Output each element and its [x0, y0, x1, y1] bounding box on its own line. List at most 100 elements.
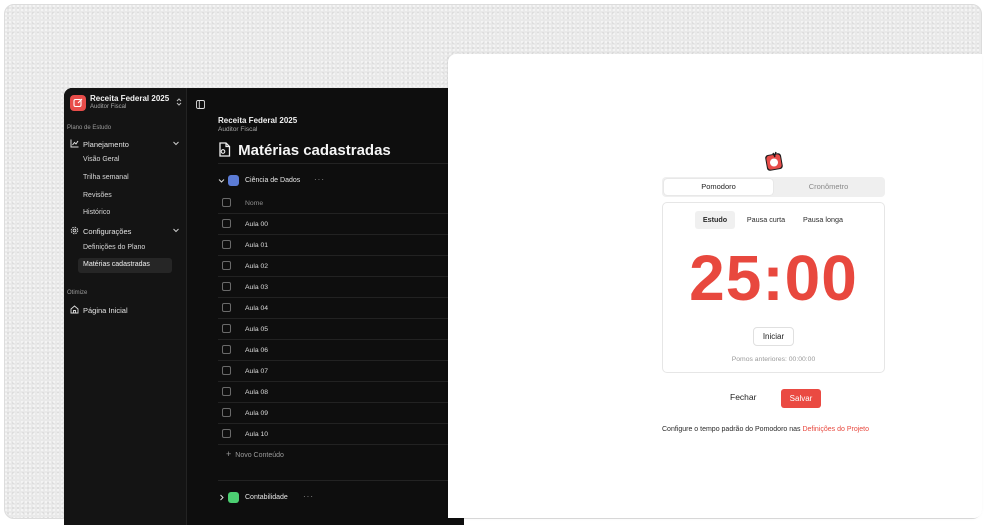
workspace-subtitle: Auditor Fiscal — [90, 104, 127, 110]
edit-square-icon — [70, 95, 86, 111]
row-name: Aula 05 — [245, 326, 269, 333]
chevron-updown-icon — [176, 97, 182, 109]
chevron-down-icon — [172, 139, 180, 149]
footer-text: Configure o tempo padrão do Pomodoro nas — [662, 426, 803, 433]
group-ciencia-de-dados[interactable]: Ciência de Dados ··· — [218, 173, 464, 189]
divider — [218, 480, 464, 481]
gear-icon — [70, 226, 79, 237]
sidebar-item-trilha-semanal[interactable]: Trilha semanal — [78, 171, 172, 186]
row-name: Aula 01 — [245, 242, 269, 249]
table-row[interactable]: Aula 02 — [218, 256, 464, 277]
column-header-nome: Nome — [245, 200, 264, 207]
divider — [218, 163, 464, 164]
breadcrumb-title: Receita Federal 2025 — [218, 116, 298, 125]
row-name: Aula 10 — [245, 431, 269, 438]
save-button[interactable]: Salvar — [781, 389, 821, 408]
document-icon — [219, 142, 231, 157]
select-all-checkbox[interactable] — [222, 198, 231, 207]
row-name: Aula 00 — [245, 221, 269, 228]
start-button[interactable]: Iniciar — [753, 327, 794, 346]
sidebar-item-pagina-inicial[interactable]: Página Inicial — [70, 304, 184, 318]
workspace-switcher[interactable]: Receita Federal 2025 Auditor Fiscal — [70, 93, 186, 115]
tab-pomodoro[interactable]: Pomodoro — [664, 179, 773, 195]
home-icon — [70, 305, 79, 316]
plus-icon: + — [226, 449, 232, 459]
color-swatch — [228, 492, 239, 503]
sidebar-group-label: Configurações — [83, 227, 132, 236]
sidebar-item-historico[interactable]: Histórico — [78, 206, 172, 221]
sidebar-item-materias-cadastradas[interactable]: Matérias cadastradas — [78, 258, 172, 273]
section-label-plano: Plano de Estudo — [67, 125, 112, 131]
table-row[interactable]: Aula 10 — [218, 424, 464, 445]
chevron-down-icon[interactable] — [218, 177, 225, 186]
row-checkbox[interactable] — [222, 324, 231, 333]
row-checkbox[interactable] — [222, 408, 231, 417]
previous-pomos: Pomos anteriores: 00:00:00 — [731, 356, 816, 363]
mode-tabs: Pomodoro Cronômetro — [662, 177, 885, 197]
chevron-down-icon — [172, 226, 180, 236]
sidebar-item-revisoes[interactable]: Revisões — [78, 189, 172, 204]
sidebar-group-configuracoes[interactable]: Configurações — [70, 225, 184, 239]
chart-line-icon — [70, 139, 79, 150]
sidebar-item-visao-geral[interactable]: Visão Geral — [78, 153, 172, 168]
add-content-button[interactable]: + Novo Conteúdo — [226, 449, 284, 459]
app-window: Receita Federal 2025 Auditor Fiscal Plan… — [64, 88, 464, 525]
footer-hint: Configure o tempo padrão do Pomodoro nas… — [662, 426, 869, 433]
more-options-icon[interactable]: ··· — [314, 175, 325, 184]
row-name: Aula 08 — [245, 389, 269, 396]
workspace-title: Receita Federal 2025 — [90, 94, 170, 103]
table-row[interactable]: Aula 01 — [218, 235, 464, 256]
group-name: Contabilidade — [245, 494, 288, 501]
mode-estudo[interactable]: Estudo — [695, 211, 735, 229]
row-name: Aula 06 — [245, 347, 269, 354]
tab-cronometro[interactable]: Cronômetro — [774, 179, 883, 195]
tomato-icon — [764, 150, 784, 177]
page-title-text: Matérias cadastradas — [238, 142, 391, 159]
chevron-right-icon[interactable] — [218, 494, 225, 503]
table-row[interactable]: Aula 00 — [218, 214, 464, 235]
row-checkbox[interactable] — [222, 261, 231, 270]
sidebar: Receita Federal 2025 Auditor Fiscal Plan… — [64, 88, 187, 525]
mode-pausa-longa[interactable]: Pausa longa — [797, 211, 849, 229]
add-content-label: Novo Conteúdo — [235, 452, 284, 459]
row-name: Aula 07 — [245, 368, 269, 375]
color-swatch — [228, 175, 239, 186]
sidebar-item-definicoes-plano[interactable]: Definições do Plano — [78, 241, 172, 256]
table-row[interactable]: Aula 03 — [218, 277, 464, 298]
sidebar-item-label: Página Inicial — [83, 306, 128, 315]
table-row[interactable]: Aula 09 — [218, 403, 464, 424]
row-name: Aula 03 — [245, 284, 269, 291]
more-options-icon[interactable]: ··· — [303, 492, 314, 501]
close-button[interactable]: Fechar — [730, 392, 756, 402]
table-row[interactable]: Aula 06 — [218, 340, 464, 361]
timer-display: 25:00 — [689, 242, 858, 314]
section-label-otimize: Otimize — [67, 290, 88, 296]
row-checkbox[interactable] — [222, 366, 231, 375]
content-table: Nome Aula 00 Aula 01 Aula 02 Aula 03 Aul… — [218, 193, 464, 445]
group-contabilidade[interactable]: Contabilidade ··· — [218, 490, 464, 506]
main-content: Receita Federal 2025 Auditor Fiscal Maté… — [188, 88, 464, 525]
row-checkbox[interactable] — [222, 282, 231, 291]
sidebar-group-label: Planejamento — [83, 140, 129, 149]
row-name: Aula 09 — [245, 410, 269, 417]
timer-card: Estudo Pausa curta Pausa longa 25:00 Ini… — [662, 202, 885, 373]
table-row[interactable]: Aula 08 — [218, 382, 464, 403]
project-settings-link[interactable]: Definições do Projeto — [802, 426, 869, 433]
row-checkbox[interactable] — [222, 345, 231, 354]
table-row[interactable]: Aula 05 — [218, 319, 464, 340]
table-row[interactable]: Aula 04 — [218, 298, 464, 319]
pomodoro-modal: Pomodoro Cronômetro Estudo Pausa curta P… — [448, 54, 982, 518]
breadcrumb-subtitle: Auditor Fiscal — [218, 126, 258, 133]
row-checkbox[interactable] — [222, 429, 231, 438]
group-name: Ciência de Dados — [245, 177, 301, 184]
row-checkbox[interactable] — [222, 219, 231, 228]
page-title: Matérias cadastradas — [218, 142, 391, 159]
table-header-row: Nome — [218, 193, 464, 214]
row-checkbox[interactable] — [222, 240, 231, 249]
table-row[interactable]: Aula 07 — [218, 361, 464, 382]
row-checkbox[interactable] — [222, 387, 231, 396]
sidebar-group-planejamento[interactable]: Planejamento — [70, 138, 184, 152]
row-checkbox[interactable] — [222, 303, 231, 312]
row-name: Aula 02 — [245, 263, 269, 270]
mode-pausa-curta[interactable]: Pausa curta — [742, 211, 790, 229]
